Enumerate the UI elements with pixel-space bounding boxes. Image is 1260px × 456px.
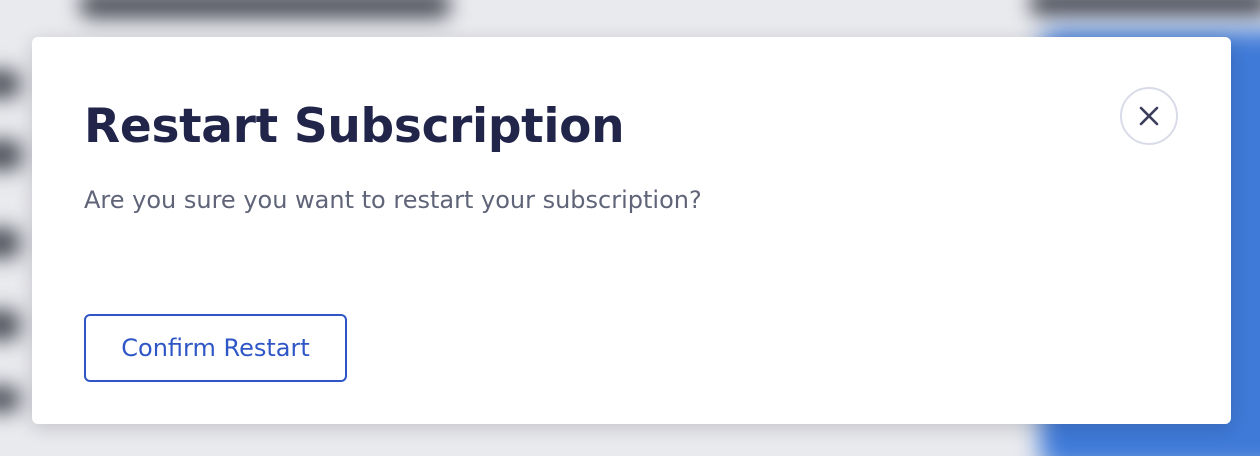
blurred-left-row xyxy=(0,70,20,98)
dialog-message: Are you sure you want to restart your su… xyxy=(84,186,702,214)
dialog-title: Restart Subscription xyxy=(84,99,625,154)
restart-subscription-dialog: Restart Subscription Are you sure you wa… xyxy=(32,37,1231,424)
close-icon xyxy=(1139,106,1159,126)
blurred-header-shape-right xyxy=(1030,0,1260,16)
blurred-header-shape xyxy=(80,0,450,18)
confirm-restart-button[interactable]: Confirm Restart xyxy=(84,314,347,382)
close-button[interactable] xyxy=(1120,87,1178,145)
blurred-left-row xyxy=(0,140,22,170)
blurred-left-row xyxy=(0,228,20,258)
blurred-left-row xyxy=(0,310,20,340)
blurred-left-row xyxy=(0,386,20,412)
